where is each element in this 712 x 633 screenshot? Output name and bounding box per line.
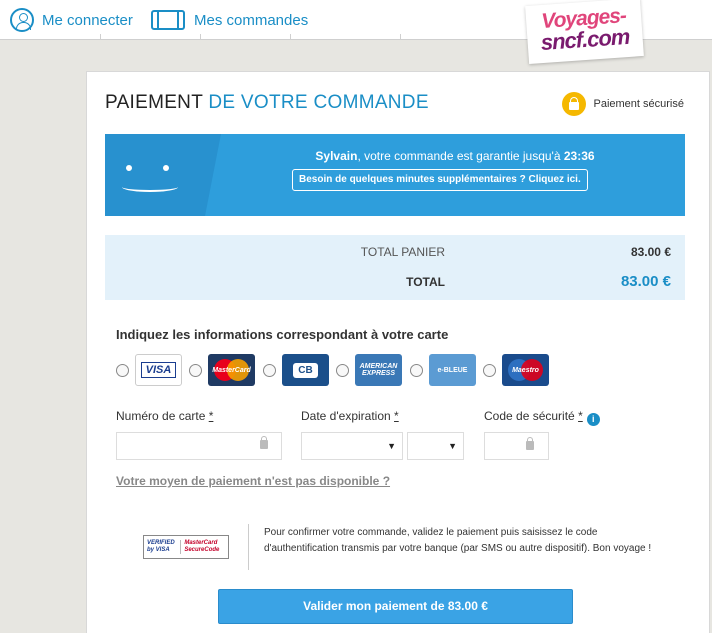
guarantee-message: Sylvain, votre commande est garantie jus… <box>315 149 595 163</box>
mastercard-logo[interactable]: MasterCard <box>208 354 255 386</box>
brand-option-ebleue[interactable]: e-BLEUE <box>410 354 476 386</box>
card-form-heading: Indiquez les informations correspondant … <box>116 327 449 342</box>
orders-link[interactable]: Mes commandes <box>150 8 308 32</box>
extend-time-button[interactable]: Besoin de quelques minutes supplémentair… <box>292 169 588 191</box>
smiley-icon <box>105 134 221 216</box>
verified-by-visa-logo: VERIFIED by VISA MasterCard SecureCode <box>143 535 229 559</box>
ticket-icon <box>151 10 185 30</box>
maestro-logo[interactable]: Maestro <box>502 354 549 386</box>
expiry-month-select[interactable]: ▼ <box>301 432 403 460</box>
expiry-label: Date d'expiration * <box>301 409 399 423</box>
radio-maestro[interactable] <box>483 363 496 377</box>
ebleue-logo[interactable]: e-BLEUE <box>429 354 476 386</box>
brand-option-cb[interactable]: CB <box>263 354 329 386</box>
divider <box>290 34 291 40</box>
radio-amex[interactable] <box>336 363 349 377</box>
cvv-label: Code de sécurité * i <box>484 409 600 426</box>
radio-mastercard[interactable] <box>189 363 202 377</box>
lock-icon <box>561 92 586 116</box>
divider <box>248 524 249 570</box>
page-title: PAIEMENT DE VOTRE COMMANDE <box>105 92 429 113</box>
radio-ebleue[interactable] <box>410 363 423 377</box>
divider <box>400 34 401 40</box>
visa-logo[interactable]: VISA <box>135 354 182 386</box>
brand-option-visa[interactable]: VISA <box>116 354 182 386</box>
payment-unavailable-link[interactable]: Votre moyen de paiement n'est pas dispon… <box>116 474 390 488</box>
secure-payment-badge: Paiement sécurisé <box>561 92 684 116</box>
login-link[interactable]: Me connecter <box>10 8 133 32</box>
payment-card: PAIEMENT DE VOTRE COMMANDE Paiement sécu… <box>86 71 710 633</box>
expiry-year-select[interactable]: ▼ <box>407 432 464 460</box>
radio-cb[interactable] <box>263 363 276 377</box>
authentication-text: Pour confirmer votre commande, validez l… <box>264 527 652 554</box>
guarantee-banner: Sylvain, votre commande est garantie jus… <box>105 134 685 216</box>
brand-option-amex[interactable]: AMERICAN EXPRESS <box>336 354 402 386</box>
cvv-input[interactable] <box>484 432 549 460</box>
info-icon[interactable]: i <box>586 413 600 426</box>
padlock-icon <box>526 437 534 450</box>
login-label: Me connecter <box>42 11 133 29</box>
dropdown-arrow-icon: ▼ <box>448 441 457 451</box>
totals-panel: TOTAL PANIER 83.00 € TOTAL 83.00 € <box>105 235 685 300</box>
orders-label: Mes commandes <box>194 11 309 29</box>
card-number-input[interactable] <box>116 432 282 460</box>
radio-visa[interactable] <box>116 363 129 377</box>
divider <box>200 34 201 40</box>
dropdown-arrow-icon: ▼ <box>387 441 396 451</box>
brand-option-maestro[interactable]: Maestro <box>483 354 549 386</box>
user-icon <box>10 8 34 32</box>
card-number-label: Numéro de carte * <box>116 409 214 423</box>
cb-logo[interactable]: CB <box>282 354 329 386</box>
amex-logo[interactable]: AMERICAN EXPRESS <box>355 354 402 386</box>
voyages-sncf-logo[interactable]: Voyages- sncf.com <box>525 0 644 64</box>
divider <box>100 34 101 40</box>
brand-option-mastercard[interactable]: MasterCard <box>189 354 255 386</box>
validate-payment-button[interactable]: Valider mon paiement de 83.00 € <box>218 589 573 624</box>
